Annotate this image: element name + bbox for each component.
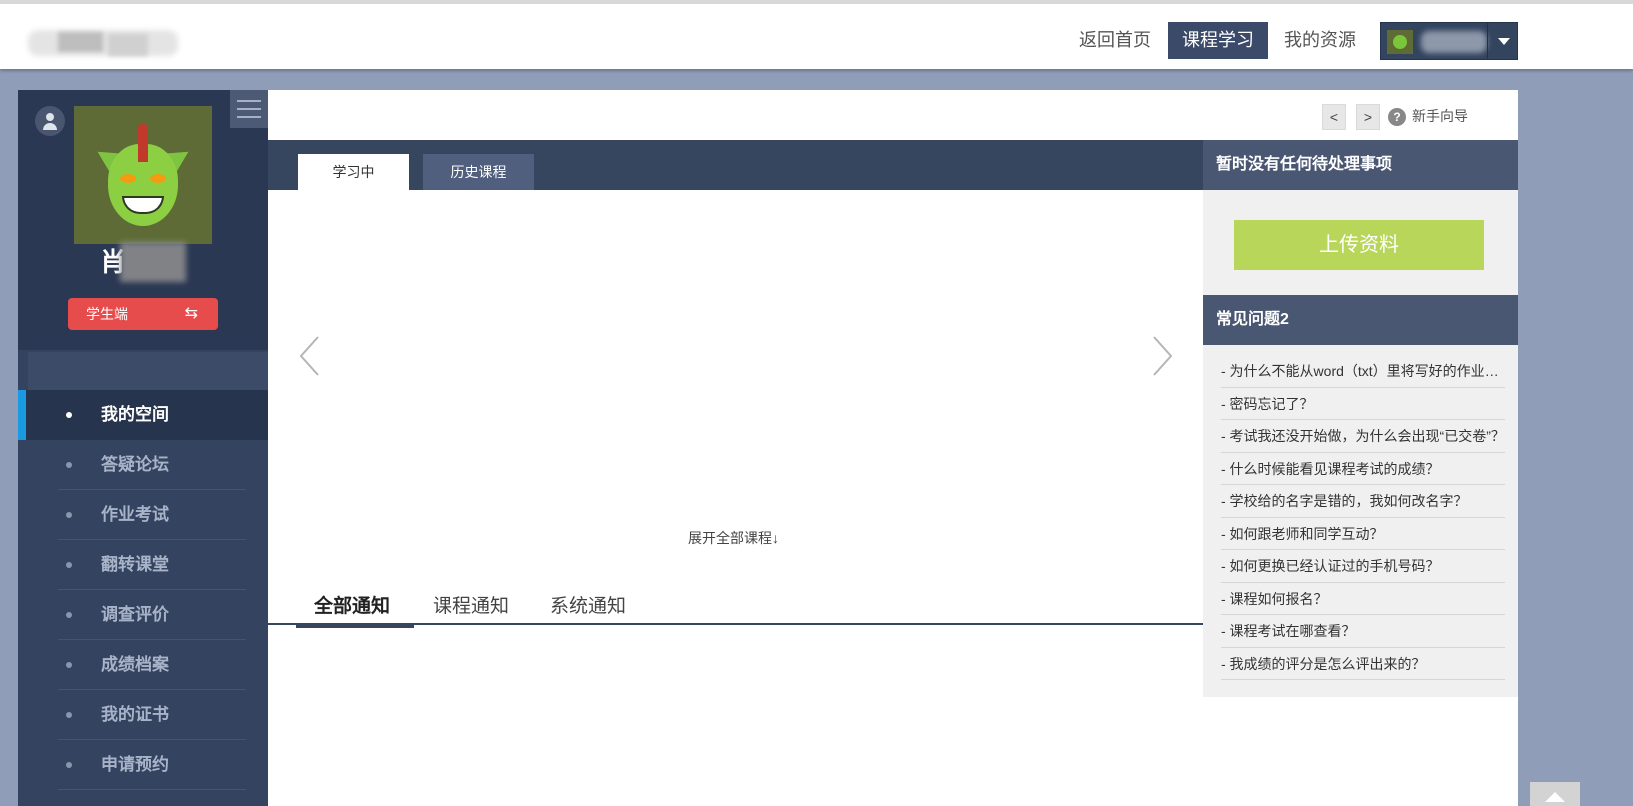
notice-tabs: 全部通知 课程通知 系统通知 — [268, 583, 1203, 628]
menu-icon[interactable] — [230, 90, 268, 128]
faq-item[interactable]: - 课程如何报名？ — [1221, 583, 1505, 615]
bullet-icon — [66, 512, 72, 518]
sidebar: 肖 学生端 ⇆ 我的空间 答疑论坛 作业考试 翻转课堂 调查评价 成绩档案 我的… — [18, 90, 268, 806]
sidebar-item-label: 成绩档案 — [101, 655, 169, 674]
faq-item[interactable]: - 我成绩的评分是怎么评出来的？ — [1221, 648, 1505, 680]
sidebar-nav: 我的空间 答疑论坛 作业考试 翻转课堂 调查评价 成绩档案 我的证书 申请预约 — [18, 390, 268, 790]
faq-item[interactable]: - 考试我还没开始做，为什么会出现“已交卷”？ — [1221, 420, 1505, 453]
user-menu[interactable] — [1380, 22, 1518, 60]
todo-header: 暂时没有任何待处理事项 — [1203, 140, 1518, 190]
tab-history-courses[interactable]: 历史课程 — [423, 154, 534, 190]
chevron-down-icon[interactable] — [1487, 23, 1519, 59]
tab-system-notices[interactable]: 系统通知 — [550, 591, 626, 618]
bullet-icon — [66, 462, 72, 468]
sidebar-item-my-space[interactable]: 我的空间 — [18, 390, 268, 440]
user-name-blurred — [120, 242, 186, 282]
user-avatar-small — [1387, 30, 1413, 54]
nav-course-study[interactable]: 课程学习 — [1168, 22, 1268, 59]
back-to-top-button[interactable] — [1530, 782, 1580, 806]
tab-studying[interactable]: 学习中 — [298, 154, 409, 190]
sidebar-item-grades[interactable]: 成绩档案 — [18, 640, 268, 690]
tab-course-notices[interactable]: 课程通知 — [433, 591, 509, 618]
sidebar-item-flipped-class[interactable]: 翻转课堂 — [18, 540, 268, 590]
faq-item[interactable]: - 什么时候能看见课程考试的成绩？ — [1221, 453, 1505, 485]
chevron-left-icon[interactable] — [298, 335, 320, 377]
help-icon: ? — [1388, 108, 1406, 126]
sidebar-item-forum[interactable]: 答疑论坛 — [18, 440, 268, 490]
sidebar-item-label: 作业考试 — [101, 505, 169, 524]
sidebar-item-certificates[interactable]: 我的证书 — [18, 690, 268, 740]
profile-panel: 肖 学生端 ⇆ — [18, 90, 268, 350]
sidebar-item-label: 我的证书 — [101, 705, 169, 724]
tab-all-notices[interactable]: 全部通知 — [295, 591, 415, 628]
avatar[interactable] — [74, 106, 212, 244]
nav-home[interactable]: 返回首页 — [1075, 22, 1155, 59]
faq-item[interactable]: - 密码忘记了？ — [1221, 388, 1505, 420]
main-content: < > ? 新手向导 学习中 历史课程 展开全部课程↓ 全部通知 课程通知 系统通… — [268, 90, 1518, 806]
nav-my-resources[interactable]: 我的资源 — [1280, 22, 1360, 59]
guide-label: 新手向导 — [1412, 108, 1468, 124]
upload-button[interactable]: 上传资料 — [1234, 220, 1484, 270]
beginner-guide-link[interactable]: ? 新手向导 — [1388, 106, 1468, 126]
swap-icon: ⇆ — [184, 305, 198, 322]
user-name-blurred — [1421, 31, 1487, 53]
expand-all-courses-link[interactable]: 展开全部课程↓ — [688, 528, 779, 548]
bullet-icon — [66, 762, 72, 768]
faq-header: 常见问题2 — [1203, 295, 1518, 345]
sidebar-item-survey[interactable]: 调查评价 — [18, 590, 268, 640]
switch-role-button[interactable]: 学生端 ⇆ — [68, 298, 218, 330]
person-icon[interactable] — [35, 106, 65, 136]
sidebar-item-label: 申请预约 — [101, 755, 169, 774]
next-page-button[interactable]: > — [1356, 104, 1380, 130]
site-logo[interactable] — [18, 26, 178, 56]
faq-item[interactable]: - 如何跟老师和同学互动？ — [1221, 518, 1505, 550]
faq-item[interactable]: - 如何更换已经认证过的手机号码？ — [1221, 550, 1505, 583]
bullet-icon — [66, 412, 72, 418]
sidebar-item-label: 翻转课堂 — [101, 555, 169, 574]
faq-item[interactable]: - 为什么不能从word（txt）里将写好的作业复制粘贴到作业框内？ — [1221, 355, 1505, 388]
sidebar-item-label: 调查评价 — [101, 605, 169, 624]
faq-item[interactable]: - 学校给的名字是错的，我如何改名字？ — [1221, 485, 1505, 518]
course-tabs-bar: 学习中 历史课程 — [268, 140, 1203, 190]
bullet-icon — [66, 712, 72, 718]
faq-item[interactable]: - 课程考试在哪查看？ — [1221, 615, 1505, 648]
bullet-icon — [66, 662, 72, 668]
sidebar-item-label: 我的空间 — [101, 405, 169, 424]
faq-list: - 为什么不能从word（txt）里将写好的作业复制粘贴到作业框内？ - 密码忘… — [1221, 355, 1505, 680]
role-label: 学生端 — [86, 306, 128, 322]
sidebar-item-label: 答疑论坛 — [101, 455, 169, 474]
sidebar-item-homework-exam[interactable]: 作业考试 — [18, 490, 268, 540]
sidebar-divider — [28, 352, 268, 390]
top-bar: 返回首页 课程学习 我的资源 — [0, 0, 1633, 69]
bullet-icon — [66, 562, 72, 568]
bullet-icon — [66, 612, 72, 618]
chevron-right-icon[interactable] — [1152, 335, 1174, 377]
sidebar-item-appointment[interactable]: 申请预约 — [18, 740, 268, 790]
prev-page-button[interactable]: < — [1322, 104, 1346, 130]
right-panel: 暂时没有任何待处理事项 上传资料 常见问题2 - 为什么不能从word（txt）… — [1203, 140, 1518, 697]
